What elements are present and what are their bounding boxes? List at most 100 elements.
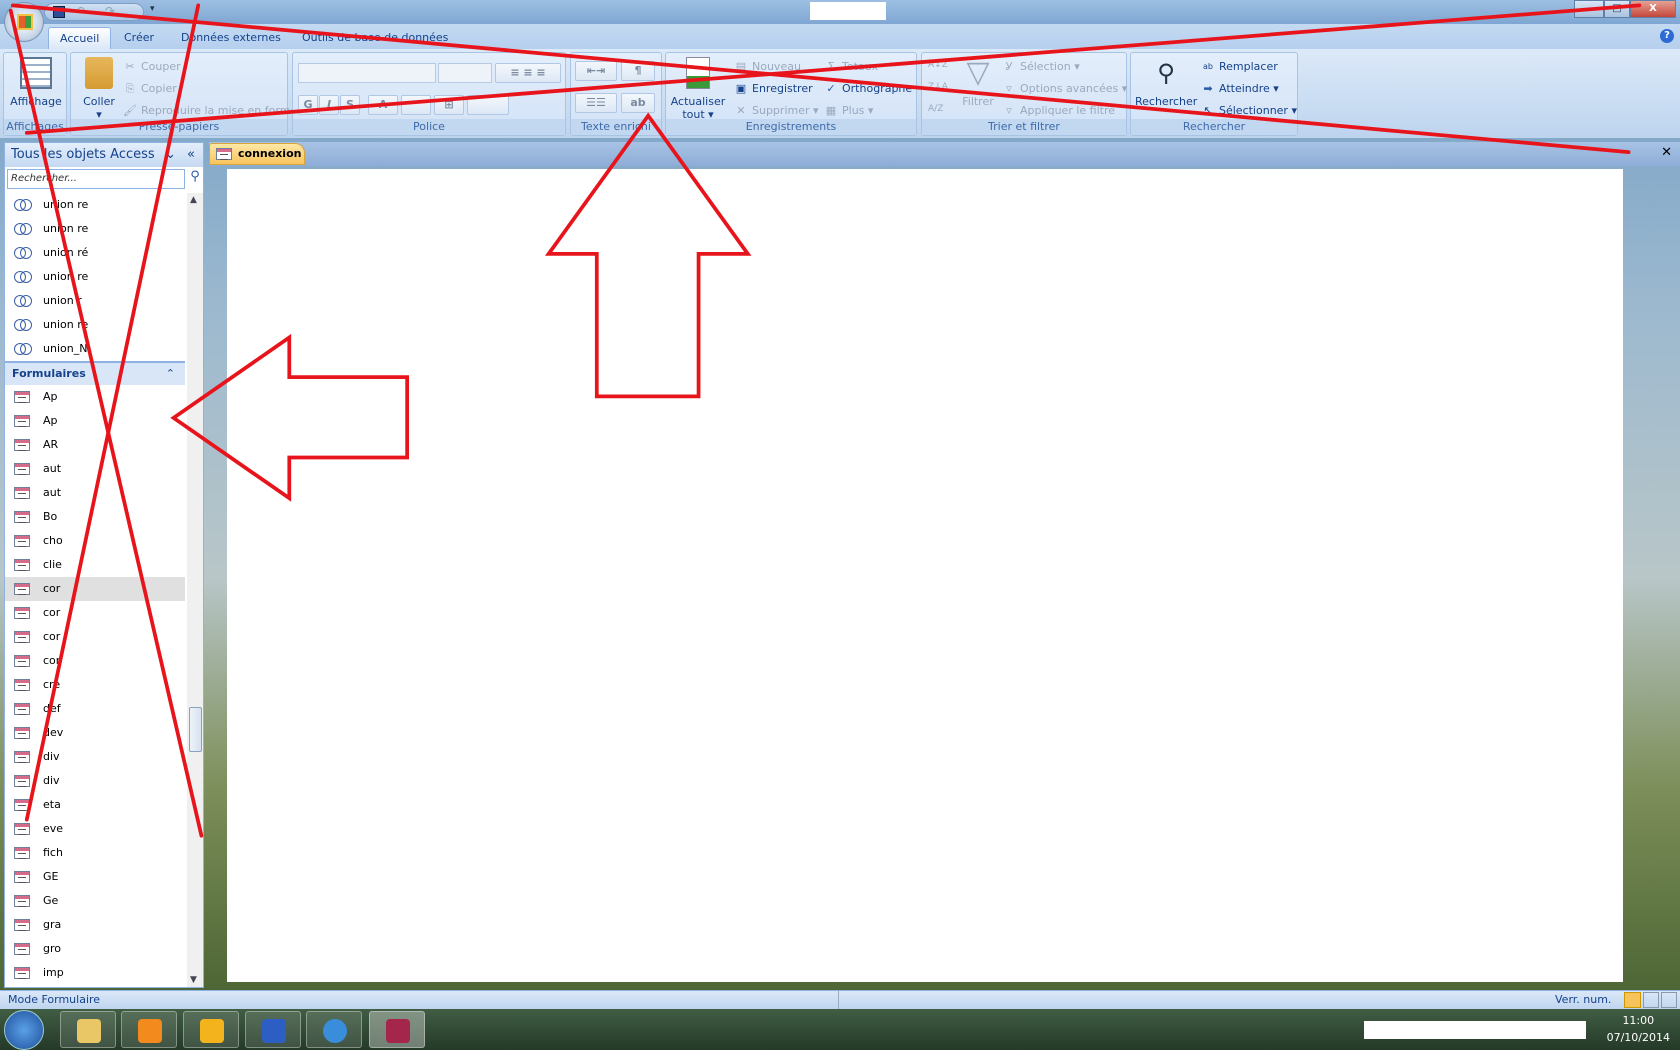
nav-form-item[interactable]: Ap bbox=[5, 385, 185, 409]
search-icon[interactable]: ⚲ bbox=[187, 169, 203, 189]
nav-form-item[interactable]: div bbox=[5, 769, 185, 793]
affichage-button[interactable]: Affichage bbox=[8, 57, 64, 108]
selectionner-button[interactable]: ↖ Sélectionner ▾ bbox=[1201, 101, 1297, 121]
sort-descending-button[interactable]: Z↓A bbox=[928, 77, 948, 97]
nav-form-item[interactable]: Ge bbox=[5, 889, 185, 913]
bold-button[interactable]: G bbox=[298, 95, 318, 115]
quick-access-toolbar[interactable]: ↶ ↷ bbox=[44, 3, 144, 21]
nav-form-item[interactable]: Bo bbox=[5, 505, 185, 529]
close-document-icon[interactable]: ✕ bbox=[1661, 145, 1672, 160]
underline-button[interactable]: S bbox=[340, 95, 360, 115]
collapse-category-icon[interactable]: ⌃ bbox=[166, 363, 175, 385]
minimize-button[interactable]: – bbox=[1574, 0, 1604, 18]
nav-form-item[interactable]: fich bbox=[5, 841, 185, 865]
nav-form-item[interactable]: aut bbox=[5, 481, 185, 505]
nav-menu-chevron-icon[interactable]: ⌄ bbox=[165, 143, 176, 167]
close-button[interactable]: X bbox=[1630, 0, 1676, 18]
document-tab-connexion[interactable]: connexion bbox=[209, 143, 305, 165]
tab-outils-base-de-donnees[interactable]: Outils de base de données bbox=[291, 27, 459, 49]
indent-buttons[interactable]: ⇤⇥ bbox=[575, 61, 617, 81]
nav-search-input[interactable]: Rechercher... bbox=[7, 169, 185, 189]
collapse-nav-icon[interactable]: « bbox=[183, 143, 199, 167]
start-button[interactable] bbox=[4, 1010, 44, 1050]
supprimer-button[interactable]: ✕ Supprimer ▾ bbox=[734, 101, 818, 121]
sort-ascending-button[interactable]: A↓Z bbox=[928, 55, 948, 75]
help-icon[interactable]: ? bbox=[1660, 29, 1674, 43]
enregistrer-button[interactable]: ▣ Enregistrer bbox=[734, 79, 813, 99]
nav-scrollbar[interactable]: ▲ ▼ bbox=[187, 193, 203, 987]
nav-form-item[interactable]: eve bbox=[5, 817, 185, 841]
design-view-icon[interactable] bbox=[1661, 992, 1677, 1008]
copier-button[interactable]: ⎘ Copier bbox=[123, 79, 177, 99]
customize-qat-icon[interactable]: ▾ bbox=[150, 4, 155, 14]
nav-query-item[interactable]: union r bbox=[5, 289, 185, 313]
layout-view-icon[interactable] bbox=[1643, 992, 1659, 1008]
scroll-up-icon[interactable]: ▲ bbox=[190, 195, 197, 205]
nav-form-item[interactable]: div bbox=[5, 745, 185, 769]
maximize-button[interactable]: □ bbox=[1604, 0, 1630, 18]
clock[interactable]: 11:00 07/10/2014 bbox=[1607, 1012, 1670, 1046]
fill-color-button[interactable] bbox=[401, 95, 431, 115]
nav-form-item[interactable]: cor bbox=[5, 577, 185, 601]
taskbar-explorer[interactable] bbox=[60, 1011, 116, 1048]
highlight-button[interactable]: ab bbox=[621, 93, 655, 113]
nav-form-item[interactable]: cre bbox=[5, 673, 185, 697]
reproduire-button[interactable]: 🖌 Reproduire la mise en forme bbox=[123, 101, 297, 121]
nav-form-item[interactable]: aut bbox=[5, 457, 185, 481]
selection-button[interactable]: Ỿ Sélection ▾ bbox=[1002, 57, 1080, 77]
nav-form-item[interactable]: dev bbox=[5, 721, 185, 745]
atteindre-button[interactable]: ➡ Atteindre ▾ bbox=[1201, 79, 1278, 99]
nav-pane-header[interactable]: Tous les objets Access ⌄ « bbox=[5, 143, 203, 167]
nav-form-item[interactable]: imp bbox=[5, 961, 185, 985]
nav-form-item[interactable]: def bbox=[5, 697, 185, 721]
undo-icon[interactable]: ↶ bbox=[75, 4, 85, 18]
nav-form-item[interactable]: cor bbox=[5, 649, 185, 673]
nav-form-item[interactable]: cho bbox=[5, 529, 185, 553]
nav-form-item[interactable]: cor bbox=[5, 625, 185, 649]
rechercher-button[interactable]: ⚲ Rechercher bbox=[1135, 57, 1197, 108]
nav-query-item[interactable]: union re bbox=[5, 217, 185, 241]
font-color-button[interactable]: A bbox=[368, 95, 398, 115]
taskbar-outlook[interactable] bbox=[183, 1011, 239, 1048]
nav-form-item[interactable]: Ap bbox=[5, 409, 185, 433]
nav-category-formulaires[interactable]: Formulaires ⌃ bbox=[5, 361, 185, 385]
tab-donnees-externes[interactable]: Données externes bbox=[170, 27, 292, 49]
gridlines-button[interactable]: ⊞ bbox=[434, 95, 464, 115]
nav-query-item[interactable]: union ré bbox=[5, 241, 185, 265]
form-canvas[interactable] bbox=[227, 169, 1623, 982]
options-avancees-button[interactable]: ▿ Options avancées ▾ bbox=[1002, 79, 1127, 99]
alternate-fill-button[interactable] bbox=[467, 95, 509, 115]
nav-query-item[interactable]: union re bbox=[5, 193, 185, 217]
align-buttons[interactable]: ≡ ≡ ≡ bbox=[495, 63, 561, 83]
office-button[interactable] bbox=[4, 2, 44, 42]
taskbar-teamviewer[interactable] bbox=[245, 1011, 301, 1048]
nav-form-item[interactable]: gro bbox=[5, 937, 185, 961]
list-buttons[interactable]: ☰☰ bbox=[575, 93, 617, 113]
italic-button[interactable]: I bbox=[319, 95, 339, 115]
tab-creer[interactable]: Créer bbox=[113, 27, 165, 49]
nav-query-item[interactable]: union re bbox=[5, 265, 185, 289]
scroll-thumb[interactable] bbox=[189, 707, 202, 752]
plus-button[interactable]: ▦ Plus ▾ bbox=[824, 101, 874, 121]
orthographe-button[interactable]: ✓ Orthographe bbox=[824, 79, 912, 99]
font-size-select[interactable] bbox=[438, 63, 492, 83]
couper-button[interactable]: ✂ Couper bbox=[123, 57, 180, 77]
totaux-button[interactable]: Σ Totaux bbox=[824, 57, 879, 77]
nouveau-button[interactable]: ▤ Nouveau bbox=[734, 57, 801, 77]
nav-query-item[interactable]: union re bbox=[5, 313, 185, 337]
font-name-select[interactable] bbox=[298, 63, 436, 83]
actualiser-tout-button[interactable]: Actualiser tout ▾ bbox=[668, 57, 728, 121]
clear-sort-button[interactable]: A/Z bbox=[928, 99, 943, 119]
taskbar-media-player[interactable] bbox=[121, 1011, 177, 1048]
nav-form-item[interactable]: clie bbox=[5, 553, 185, 577]
tab-accueil[interactable]: Accueil bbox=[48, 27, 112, 49]
filtrer-button[interactable]: ▽ Filtrer bbox=[956, 57, 1000, 109]
form-view-icon[interactable] bbox=[1624, 992, 1641, 1008]
taskbar-internet-explorer[interactable] bbox=[306, 1011, 362, 1048]
nav-form-item[interactable]: gra bbox=[5, 913, 185, 937]
nav-form-item[interactable]: eta bbox=[5, 793, 185, 817]
appliquer-filtre-button[interactable]: ▿ Appliquer le filtre bbox=[1002, 101, 1115, 121]
nav-form-item[interactable]: GE bbox=[5, 865, 185, 889]
scroll-down-icon[interactable]: ▼ bbox=[190, 975, 197, 985]
taskbar-access[interactable] bbox=[369, 1011, 425, 1048]
